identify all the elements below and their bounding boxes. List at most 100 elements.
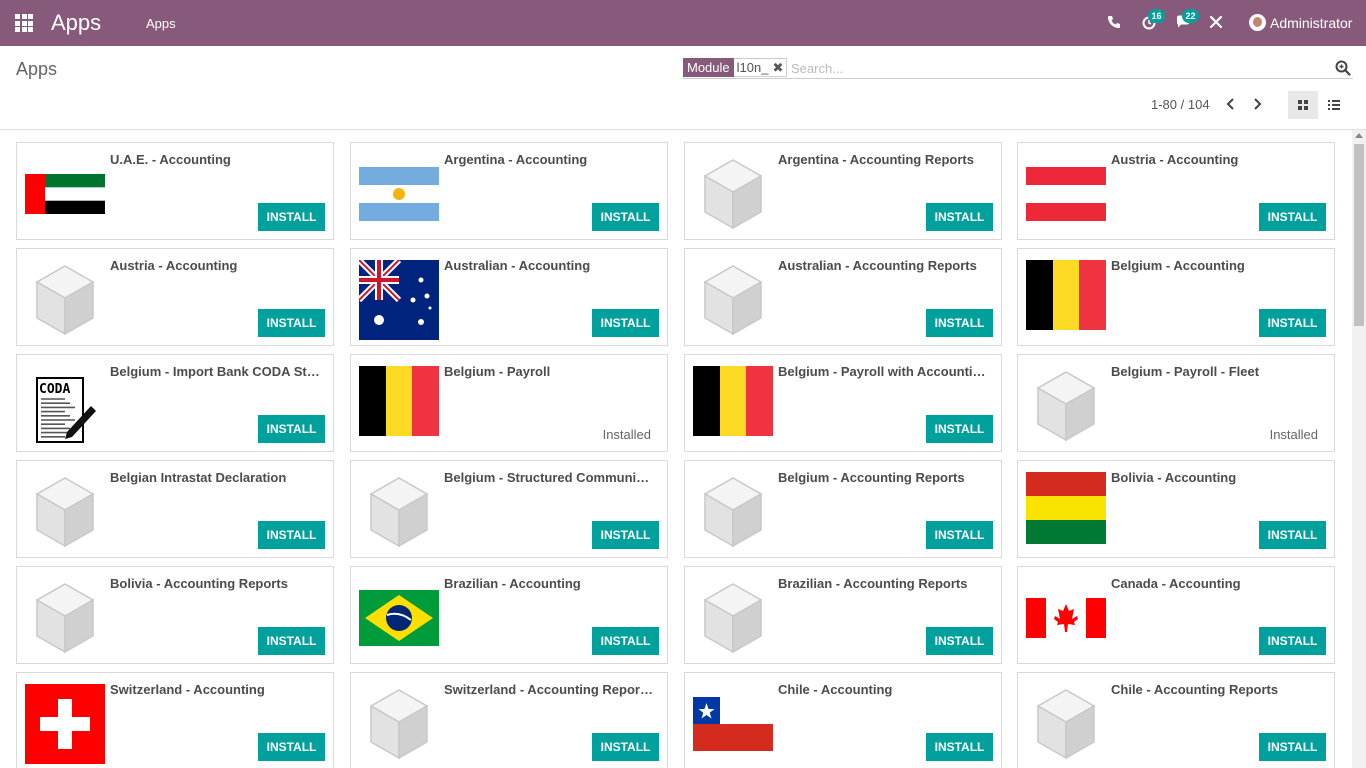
app-name[interactable]: Belgium - Accounting bbox=[1111, 258, 1326, 274]
install-button[interactable]: INSTALL bbox=[1259, 521, 1326, 549]
app-card[interactable]: CODA Belgium - Import Bank CODA St… INSTAL… bbox=[16, 354, 334, 452]
facet-category: Module bbox=[683, 58, 734, 77]
app-name[interactable]: Australian - Accounting Reports bbox=[778, 258, 993, 274]
install-button[interactable]: INSTALL bbox=[1259, 309, 1326, 337]
app-card[interactable]: Belgium - Payroll Installed bbox=[350, 354, 668, 452]
app-card[interactable]: Brazilian - Accounting INSTALL bbox=[350, 566, 668, 664]
kanban-scrollbar[interactable] bbox=[1352, 130, 1366, 768]
app-card[interactable]: Canada - Accounting INSTALL bbox=[1017, 566, 1335, 664]
app-name[interactable]: Austria - Accounting bbox=[110, 258, 325, 274]
app-card[interactable]: Argentina - Accounting INSTALL bbox=[350, 142, 668, 240]
app-name[interactable]: U.A.E. - Accounting bbox=[110, 152, 325, 168]
install-button[interactable]: INSTALL bbox=[258, 733, 325, 761]
app-card[interactable]: U.A.E. - Accounting INSTALL bbox=[16, 142, 334, 240]
scroll-up-arrow-icon[interactable] bbox=[1355, 133, 1363, 138]
pager-previous-icon[interactable] bbox=[1224, 96, 1238, 112]
app-name[interactable]: Canada - Accounting bbox=[1111, 576, 1326, 592]
install-button[interactable]: INSTALL bbox=[926, 203, 993, 231]
app-name[interactable]: Switzerland - Accounting bbox=[110, 682, 325, 698]
app-name[interactable]: Bolivia - Accounting Reports bbox=[110, 576, 325, 592]
activity-clock-icon[interactable]: 16 bbox=[1141, 9, 1165, 32]
user-menu[interactable]: Administrator bbox=[1249, 15, 1352, 32]
svg-text:CODA: CODA bbox=[39, 382, 70, 397]
debug-tools-icon[interactable] bbox=[1208, 14, 1226, 32]
pager-value[interactable]: 1-80 / 104 bbox=[1151, 97, 1210, 113]
app-name[interactable]: Brazilian - Accounting Reports bbox=[778, 576, 993, 592]
kanban-view-icon[interactable] bbox=[1288, 91, 1318, 119]
app-name[interactable]: Belgium - Accounting Reports bbox=[778, 470, 993, 486]
app-name[interactable]: Bolivia - Accounting bbox=[1111, 470, 1326, 486]
app-card[interactable]: Switzerland - Accounting Repor… INSTALL bbox=[350, 672, 668, 768]
app-name[interactable]: Switzerland - Accounting Repor… bbox=[444, 682, 659, 698]
facet-remove-icon[interactable]: ✖ bbox=[772, 60, 783, 75]
app-card[interactable]: Belgian Intrastat Declaration INSTALL bbox=[16, 460, 334, 558]
install-button[interactable]: INSTALL bbox=[1259, 733, 1326, 761]
app-card[interactable]: Australian - Accounting Reports INSTALL bbox=[684, 248, 1002, 346]
flag-argentina-icon bbox=[359, 154, 439, 234]
messages-chat-icon[interactable]: 22 bbox=[1175, 9, 1199, 32]
app-name[interactable]: Belgium - Payroll with Accounti… bbox=[778, 364, 993, 380]
install-button[interactable]: INSTALL bbox=[926, 521, 993, 549]
app-name[interactable]: Belgian Intrastat Declaration bbox=[110, 470, 325, 486]
app-card[interactable]: Belgium - Structured Communi… INSTALL bbox=[350, 460, 668, 558]
search-magnifier-icon[interactable] bbox=[1335, 60, 1351, 76]
app-card[interactable]: Bolivia - Accounting Reports INSTALL bbox=[16, 566, 334, 664]
phone-icon[interactable] bbox=[1106, 14, 1124, 32]
install-button[interactable]: INSTALL bbox=[258, 627, 325, 655]
install-button[interactable]: INSTALL bbox=[926, 627, 993, 655]
app-card[interactable]: Chile - Accounting Reports INSTALL bbox=[1017, 672, 1335, 768]
app-card[interactable]: Austria - Accounting INSTALL bbox=[1017, 142, 1335, 240]
search-bar: Module l10n_ ✖ bbox=[683, 57, 1353, 79]
search-input[interactable] bbox=[791, 59, 1311, 77]
install-button[interactable]: INSTALL bbox=[258, 309, 325, 337]
app-name[interactable]: Belgium - Payroll - Fleet bbox=[1111, 364, 1326, 380]
app-card[interactable]: Belgium - Accounting INSTALL bbox=[1017, 248, 1335, 346]
default-module-cube-icon bbox=[359, 472, 439, 552]
search-facet: Module l10n_ ✖ bbox=[683, 58, 788, 77]
app-card[interactable]: Belgium - Payroll with Accounti… INSTALL bbox=[684, 354, 1002, 452]
app-card[interactable]: Brazilian - Accounting Reports INSTALL bbox=[684, 566, 1002, 664]
install-button[interactable]: INSTALL bbox=[926, 309, 993, 337]
messages-count-badge: 22 bbox=[1182, 9, 1199, 23]
install-button[interactable]: INSTALL bbox=[592, 521, 659, 549]
app-brand-title[interactable]: Apps bbox=[51, 10, 101, 36]
app-card[interactable]: Austria - Accounting INSTALL bbox=[16, 248, 334, 346]
app-name[interactable]: Belgium - Import Bank CODA St… bbox=[110, 364, 325, 380]
app-name[interactable]: Austria - Accounting bbox=[1111, 152, 1326, 168]
flag-uae-icon bbox=[25, 154, 105, 234]
app-card[interactable]: Chile - Accounting INSTALL bbox=[684, 672, 1002, 768]
app-name[interactable]: Brazilian - Accounting bbox=[444, 576, 659, 592]
menu-item-apps[interactable]: Apps bbox=[146, 16, 176, 32]
app-card[interactable]: Bolivia - Accounting INSTALL bbox=[1017, 460, 1335, 558]
install-button[interactable]: INSTALL bbox=[258, 203, 325, 231]
pager-next-icon[interactable] bbox=[1250, 96, 1264, 112]
install-button[interactable]: INSTALL bbox=[592, 203, 659, 231]
flag-chile-icon bbox=[693, 684, 773, 764]
install-button[interactable]: INSTALL bbox=[592, 627, 659, 655]
app-name[interactable]: Australian - Accounting bbox=[444, 258, 659, 274]
app-switcher-grid-icon[interactable] bbox=[15, 14, 33, 32]
install-button[interactable]: INSTALL bbox=[926, 733, 993, 761]
app-card[interactable]: Switzerland - Accounting INSTALL bbox=[16, 672, 334, 768]
install-button[interactable]: INSTALL bbox=[926, 415, 993, 443]
install-button[interactable]: INSTALL bbox=[592, 733, 659, 761]
app-name[interactable]: Argentina - Accounting Reports bbox=[778, 152, 993, 168]
app-name[interactable]: Chile - Accounting Reports bbox=[1111, 682, 1326, 698]
app-card[interactable]: Belgium - Payroll - Fleet Installed bbox=[1017, 354, 1335, 452]
install-button[interactable]: INSTALL bbox=[258, 415, 325, 443]
app-card[interactable]: Australian - Accounting INSTALL bbox=[350, 248, 668, 346]
app-name[interactable]: Belgium - Structured Communi… bbox=[444, 470, 659, 486]
facet-value-text: l10n_ bbox=[736, 60, 769, 75]
app-card[interactable]: Argentina - Accounting Reports INSTALL bbox=[684, 142, 1002, 240]
app-card[interactable]: Belgium - Accounting Reports INSTALL bbox=[684, 460, 1002, 558]
install-button[interactable]: INSTALL bbox=[1259, 203, 1326, 231]
facet-value: l10n_ ✖ bbox=[733, 58, 788, 77]
app-name[interactable]: Argentina - Accounting bbox=[444, 152, 659, 168]
app-name[interactable]: Belgium - Payroll bbox=[444, 364, 659, 380]
install-button[interactable]: INSTALL bbox=[1259, 627, 1326, 655]
scrollbar-thumb[interactable] bbox=[1354, 144, 1364, 326]
list-view-icon[interactable] bbox=[1319, 91, 1349, 119]
install-button[interactable]: INSTALL bbox=[258, 521, 325, 549]
app-name[interactable]: Chile - Accounting bbox=[778, 682, 993, 698]
install-button[interactable]: INSTALL bbox=[592, 309, 659, 337]
